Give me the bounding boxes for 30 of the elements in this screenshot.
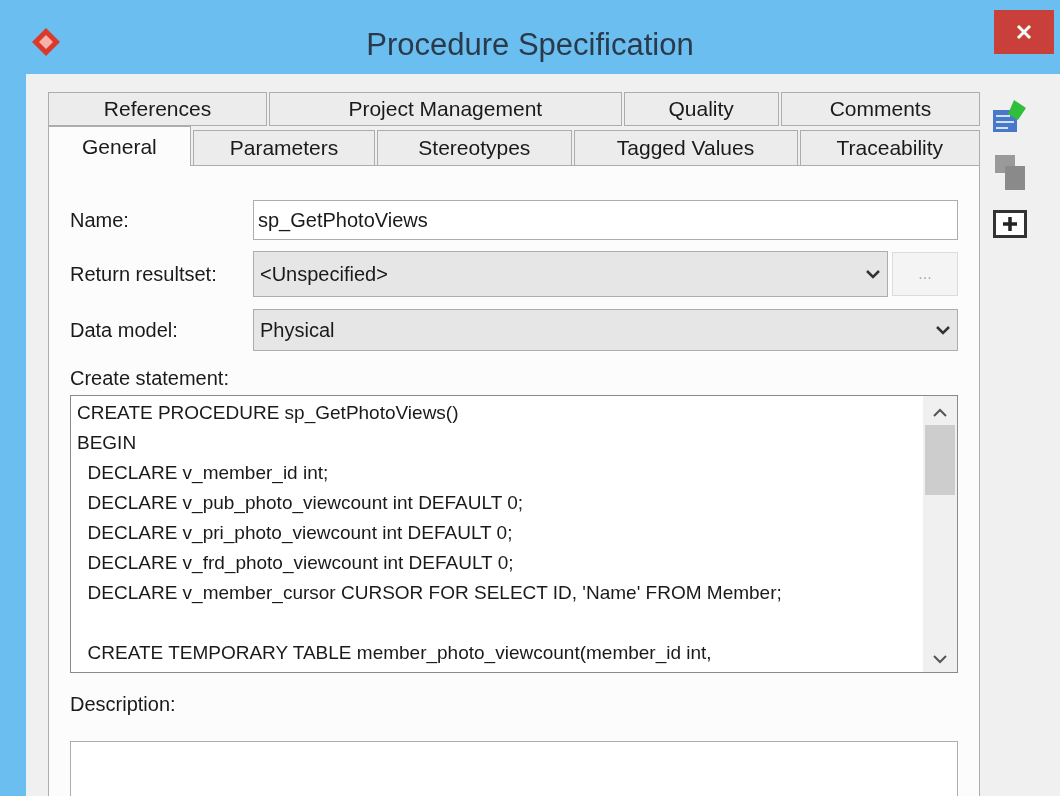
tab[interactable]: Quality [623, 92, 779, 126]
close-icon [1016, 24, 1032, 40]
field-label: Return resultset: [70, 262, 218, 287]
data-model-dropdown[interactable]: Physical [253, 309, 958, 351]
tab[interactable]: Tagged Values [573, 130, 798, 166]
chevron-down-icon [865, 269, 881, 279]
scroll-thumb[interactable] [925, 425, 955, 495]
chevron-down-icon [935, 325, 951, 335]
tab[interactable]: Traceability [799, 130, 980, 166]
app-logo-icon [30, 26, 62, 58]
scroll-down-icon[interactable] [933, 655, 947, 664]
scroll-up-icon[interactable] [933, 408, 947, 417]
layers-icon[interactable] [992, 152, 1028, 192]
code-text: CREATE PROCEDURE sp_GetPhotoViews() BEGIN DECLARE v_member_id int; DECLARE v_pub_photo_viewcount int DEFAULT 0; DECLARE v_pri_photo_viewcount int DEFAULT 0; DECLARE v_frd_photo_viewcount int DEFAULT 0; DECLARE v_member_cursor CURSOR FOR SELECT ID, 'Name' FROM Member; CREATE TEMPORARY TABLE member_photo_viewcount(member_id int, [76, 401, 783, 666]
field-label: Create statement: [70, 366, 229, 391]
tab[interactable]: References [48, 92, 268, 126]
statement-editor[interactable] [70, 395, 958, 673]
field-label: Description: [70, 692, 176, 717]
tab[interactable]: Parameters [192, 130, 376, 166]
window-title: Procedure Specification [366, 26, 694, 64]
tab[interactable]: Project Management [269, 92, 622, 126]
tab[interactable]: General [48, 126, 191, 166]
name-field[interactable]: sp_GetPhotoViews [253, 200, 958, 240]
tab[interactable]: Stereotypes [377, 130, 572, 166]
tab[interactable]: Comments [780, 92, 980, 126]
field-label: Data model: [70, 318, 179, 343]
close-button[interactable] [994, 10, 1054, 54]
field-label: Name: [70, 208, 130, 233]
add-icon[interactable] [993, 210, 1027, 238]
resultset-dropdown[interactable]: <Unspecified> [253, 251, 888, 297]
